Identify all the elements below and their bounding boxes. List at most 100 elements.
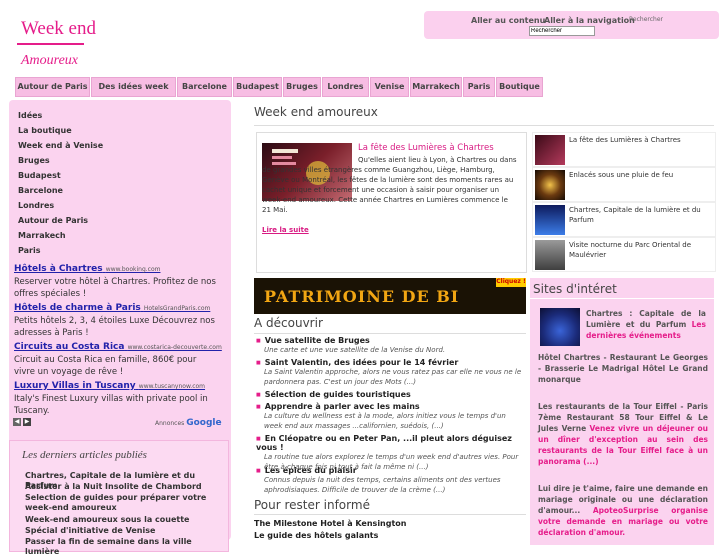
skip-to-navigation-link[interactable]: Aller à la navigation: [544, 16, 635, 25]
stay-informed-title: Pour rester informé: [254, 498, 370, 512]
recent-articles-box: Les derniers articles publiés Chartres, …: [9, 440, 229, 556]
thumbnail-item[interactable]: La fête des Lumières à Chartres: [532, 132, 716, 167]
ad-text: Circuit au Costa Rica en famille, 860€ p…: [14, 355, 197, 377]
interest-link[interactable]: Les restaurants de la Tour Eiffel - Pari…: [538, 401, 708, 467]
discover-item-desc: Connus depuis la nuit des temps, certain…: [264, 476, 501, 494]
read-more-link[interactable]: Lire la suite: [262, 226, 309, 234]
sites-interest-box: Sites d'intéret Chartres : Capitale de l…: [530, 278, 714, 545]
sidebar-item-idees[interactable]: Idées: [18, 111, 42, 120]
thumbnail-item[interactable]: Visite nocturne du Parc Oriental de Maul…: [532, 237, 716, 272]
featured-article: La fête des Lumières à Chartres Qu'elles…: [256, 132, 527, 273]
skip-to-content-link[interactable]: Aller au contenu: [471, 16, 545, 25]
ad-title[interactable]: Circuits au Costa Rica www.costarica-dec…: [14, 342, 222, 352]
discover-item-link[interactable]: Les épices du plaisir: [256, 466, 526, 475]
ad-url: HotelsGrandParis.com: [143, 305, 211, 312]
interest-link[interactable]: Hôtel Chartres - Restaurant Le Georges -…: [538, 352, 708, 385]
discover-item: Apprendre à parler avec les mains La cul…: [256, 402, 526, 431]
ad-prev-icon[interactable]: ◀: [13, 418, 21, 426]
search-label: Rechercher: [629, 16, 663, 23]
recent-article-link[interactable]: Spécial d'initiative de Venise: [25, 526, 225, 536]
discover-item-link[interactable]: Apprendre à parler avec les mains: [256, 402, 526, 411]
interest-image[interactable]: [540, 308, 580, 346]
ad-url: www.booking.com: [105, 266, 161, 273]
ad-title[interactable]: Luxury Villas in Tuscany www.tuscanynow.…: [14, 381, 205, 391]
stay-informed-link[interactable]: The Milestone Hotel à Kensington: [254, 519, 407, 528]
thumbnail-item[interactable]: Enlacés sous une pluie de feu: [532, 167, 716, 202]
sidebar-item-budapest[interactable]: Budapest: [18, 171, 61, 180]
ad-text: Italy's Finest Luxury villas with privat…: [14, 394, 208, 416]
search-input[interactable]: [529, 26, 595, 36]
tab-venise[interactable]: Venise: [370, 77, 409, 97]
ad-url: www.costarica-decouverte.com: [127, 344, 222, 351]
featured-article-text: Qu'elles aient lieu à Lyon, à Chartres o…: [262, 156, 517, 214]
ad-banner[interactable]: PATRIMOINE DE BI Cliquez !: [254, 278, 526, 314]
sidebar-item-venise[interactable]: Week end à Venise: [18, 141, 103, 150]
ad-text: Reserver votre hôtel à Chartres. Profite…: [14, 277, 216, 299]
ad-next-icon[interactable]: ▶: [23, 418, 31, 426]
discover-title: A découvrir: [254, 316, 323, 330]
thumbnail-caption: Enlacés sous une pluie de feu: [569, 171, 674, 179]
discover-item-desc: La Saint Valentin approche, alors ne vou…: [264, 368, 522, 386]
discover-item-link[interactable]: Vue satellite de Bruges: [256, 336, 526, 345]
site-subtitle: Amoureux: [21, 53, 79, 68]
ad-text: Petits hôtels 2, 3, 4 étoiles Luxe Décou…: [14, 316, 215, 338]
interest-link[interactable]: Lui dire je t'aime, faire une demande en…: [538, 483, 708, 538]
tab-idees-week-end[interactable]: Des idées week end: [91, 77, 176, 109]
tab-boutique[interactable]: Boutique: [496, 77, 543, 97]
title-divider: [254, 125, 714, 126]
page-title: Week end amoureux: [254, 105, 378, 119]
stay-informed-link[interactable]: Le guide des hôtels galants: [254, 531, 378, 540]
sites-interest-title: Sites d'intéret: [533, 282, 617, 296]
banner-click-label[interactable]: Cliquez !: [496, 278, 526, 287]
tab-londres[interactable]: Londres: [322, 77, 369, 97]
discover-item-link[interactable]: Saint Valentin, des idées pour le 14 fév…: [256, 358, 526, 367]
thumbnail-image: [535, 205, 565, 235]
thumbnail-caption: Visite nocturne du Parc Oriental de Maul…: [569, 241, 692, 259]
thumbnail-caption: La fête des Lumières à Chartres: [569, 136, 681, 144]
discover-item: Sélection de guides touristiques: [256, 390, 526, 399]
thumbnail-list: La fête des Lumières à Chartres Enlacés …: [532, 132, 716, 272]
site-title[interactable]: Week end: [21, 18, 96, 40]
discover-item: Saint Valentin, des idées pour le 14 fév…: [256, 358, 526, 387]
section-divider: [254, 333, 526, 334]
thumbnail-image: [535, 240, 565, 270]
thumbnail-caption: Chartres, Capitale de la lumière et du P…: [569, 206, 701, 224]
thumbnail-item[interactable]: Chartres, Capitale de la lumière et du P…: [532, 202, 716, 237]
ad-title[interactable]: Hôtels de charme à Paris HotelsGrandPari…: [14, 303, 210, 313]
ads-by-google[interactable]: Annonces Google: [155, 418, 222, 428]
discover-item-link[interactable]: Sélection de guides touristiques: [256, 390, 526, 399]
featured-article-title[interactable]: La fête des Lumières à Chartres: [358, 143, 494, 153]
sidebar-item-boutique[interactable]: La boutique: [18, 126, 72, 135]
ad-url: www.tuscanynow.com: [138, 383, 206, 390]
sidebar-item-londres[interactable]: Londres: [18, 201, 54, 210]
banner-text: PATRIMOINE DE BI: [264, 287, 460, 306]
tab-budapest[interactable]: Budapest: [233, 77, 282, 97]
sidebar-item-paris[interactable]: Paris: [18, 246, 41, 255]
sidebar-item-marrakech[interactable]: Marrakech: [18, 231, 66, 240]
ad-title[interactable]: Hôtels à Chartres www.booking.com: [14, 264, 160, 274]
tab-bruges[interactable]: Bruges: [283, 77, 321, 97]
tab-marrakech[interactable]: Marrakech: [410, 77, 462, 97]
recent-article-link[interactable]: Passer la fin de semaine dans la ville l…: [25, 537, 225, 557]
thumbnail-image: [535, 135, 565, 165]
discover-item-desc: Une carte et une vue satellite de la Ven…: [264, 346, 446, 354]
sidebar-item-barcelone[interactable]: Barcelone: [18, 186, 63, 195]
discover-item: Les épices du plaisir Connus depuis la n…: [256, 466, 526, 495]
section-divider: [530, 298, 714, 299]
sidebar-item-autour-de-paris[interactable]: Autour de Paris: [18, 216, 88, 225]
discover-item-desc: La culture du wellness est à la mode, al…: [264, 412, 506, 430]
interest-lead[interactable]: Chartres : Capitale de la Lumière et du …: [586, 308, 706, 341]
section-divider: [254, 514, 526, 515]
discover-item-link[interactable]: En Cléopatre ou en Peter Pan, ...il pleu…: [256, 434, 526, 452]
recent-article-link[interactable]: Week-end amoureux sous la couette: [25, 515, 225, 525]
recent-article-link[interactable]: Selection de guides pour préparer votre …: [25, 493, 225, 513]
title-divider: [17, 43, 84, 45]
recent-article-link[interactable]: Assister à la Nuit Insolite de Chambord: [25, 482, 225, 492]
thumbnail-image: [535, 170, 565, 200]
tab-paris[interactable]: Paris: [463, 77, 495, 97]
tab-autour-de-paris[interactable]: Autour de Paris: [15, 77, 90, 97]
sidebar-item-bruges[interactable]: Bruges: [18, 156, 50, 165]
discover-item: Vue satellite de Bruges Une carte et une…: [256, 336, 526, 355]
recent-articles-title: Les derniers articles publiés: [22, 449, 147, 461]
tab-barcelone[interactable]: Barcelone: [177, 77, 232, 97]
